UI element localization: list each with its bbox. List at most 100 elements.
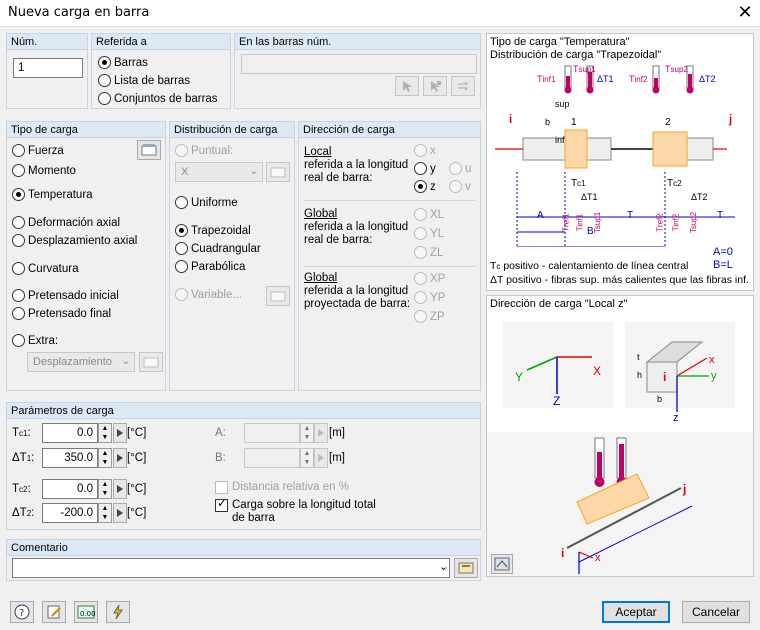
radio-circle[interactable] — [175, 224, 188, 237]
checkbox-box[interactable] — [215, 481, 228, 494]
radio-circle[interactable] — [414, 162, 427, 175]
radio-circle[interactable] — [414, 310, 427, 323]
radio-fuerza[interactable]: Fuerza — [12, 144, 64, 157]
radio-curvatura[interactable]: Curvatura — [12, 262, 79, 275]
radio-extra[interactable]: Extra: — [12, 334, 58, 347]
carga-total-checkbox[interactable]: Carga sobre la longitud total de barra — [215, 497, 385, 525]
dt2-input[interactable]: -200.0 — [42, 503, 98, 523]
radio-global-xp[interactable]: XP — [414, 272, 445, 285]
radio-circle[interactable] — [12, 188, 25, 201]
radio-lista-barras[interactable]: Lista de barras — [98, 74, 190, 87]
comentario-library-icon[interactable] — [454, 558, 478, 578]
radio-uniforme[interactable]: Uniforme — [175, 196, 238, 209]
radio-trapezoidal[interactable]: Trapezoidal — [175, 224, 251, 237]
tc2-spinner[interactable]: ▲ ▼ — [98, 479, 112, 499]
radio-circle[interactable] — [414, 291, 427, 304]
lightning-icon[interactable] — [106, 601, 130, 623]
radio-local-x[interactable]: x — [414, 144, 436, 157]
radio-circle[interactable] — [12, 334, 25, 347]
radio-local-u[interactable]: u — [449, 162, 471, 175]
radio-temperatura[interactable]: Temperatura — [12, 188, 93, 201]
barras-input[interactable] — [241, 54, 477, 74]
radio-pretensado-inicial[interactable]: Pretensado inicial — [12, 289, 119, 302]
radio-circle[interactable] — [175, 260, 188, 273]
close-button[interactable]: ✕ — [730, 0, 760, 26]
a-input[interactable] — [244, 423, 300, 443]
pick-bar-icon[interactable] — [395, 76, 419, 96]
radio-circle[interactable] — [12, 289, 25, 302]
a-spinner[interactable]: ▲ ▼ — [300, 423, 314, 443]
radio-circle[interactable] — [12, 216, 25, 229]
units-icon[interactable]: 0.00 — [74, 601, 98, 623]
dt1-spinner[interactable]: ▲ ▼ — [98, 448, 112, 468]
radio-parabolica[interactable]: Parabólica — [175, 260, 245, 273]
num-input[interactable]: 1 — [13, 58, 83, 78]
radio-conjuntos[interactable]: Conjuntos de barras — [98, 92, 218, 105]
radio-circle[interactable] — [12, 307, 25, 320]
radio-circle[interactable] — [414, 227, 427, 240]
dt1-arrow-icon[interactable] — [113, 448, 127, 468]
radio-circle[interactable] — [175, 196, 188, 209]
radio-pretensado-final[interactable]: Pretensado final — [12, 307, 111, 320]
puntual-select[interactable]: X ⌄ — [175, 162, 263, 182]
radio-circle[interactable] — [12, 164, 25, 177]
tc1-spinner[interactable]: ▲ ▼ — [98, 423, 112, 443]
radio-circle[interactable] — [98, 56, 111, 69]
tc1-input[interactable]: 0.0 — [42, 423, 98, 443]
radio-circle[interactable] — [449, 162, 462, 175]
b-input[interactable] — [244, 448, 300, 468]
tc1-arrow-icon[interactable] — [113, 423, 127, 443]
radio-circle[interactable] — [414, 144, 427, 157]
help-icon[interactable]: ? — [10, 601, 34, 623]
radio-barras[interactable]: Barras — [98, 56, 148, 69]
radio-puntual[interactable]: Puntual: — [175, 144, 233, 157]
radio-global-zl[interactable]: ZL — [414, 246, 443, 259]
dt2-spinner[interactable]: ▲ ▼ — [98, 503, 112, 523]
radio-circle[interactable] — [98, 92, 111, 105]
accept-button[interactable]: Aceptar — [602, 601, 670, 623]
radio-circle[interactable] — [175, 242, 188, 255]
tc2-arrow-icon[interactable] — [113, 479, 127, 499]
radio-global-yl[interactable]: YL — [414, 227, 444, 240]
radio-local-v[interactable]: v — [449, 180, 471, 193]
radio-cuadrangular[interactable]: Cuadrangular — [175, 242, 261, 255]
radio-momento[interactable]: Momento — [12, 164, 76, 177]
radio-circle[interactable] — [175, 288, 188, 301]
radio-global-yp[interactable]: YP — [414, 291, 445, 304]
radio-global-zp[interactable]: ZP — [414, 310, 445, 323]
puntual-edit-icon[interactable] — [266, 162, 290, 182]
radio-circle[interactable] — [414, 180, 427, 193]
a-arrow-icon[interactable] — [314, 423, 328, 443]
reverse-icon[interactable] — [451, 76, 475, 96]
b-spinner[interactable]: ▲ ▼ — [300, 448, 314, 468]
dt1-input[interactable]: 350.0 — [42, 448, 98, 468]
radio-variable[interactable]: Variable... — [175, 288, 242, 301]
dt2-arrow-icon[interactable] — [113, 503, 127, 523]
radio-deformacion-axial[interactable]: Deformación axial — [12, 216, 120, 229]
checkbox-box[interactable] — [215, 497, 228, 512]
b-arrow-icon[interactable] — [314, 448, 328, 468]
pick-multiple-icon[interactable] — [423, 76, 447, 96]
radio-desplazamiento-axial[interactable]: Desplazamiento axial — [12, 234, 137, 247]
cancel-button[interactable]: Cancelar — [682, 601, 750, 623]
distancia-relativa-checkbox[interactable]: Distancia relativa en % — [215, 481, 349, 494]
tc2-input[interactable]: 0.0 — [42, 479, 98, 499]
diagram-options-icon[interactable] — [491, 554, 513, 574]
tipo-edit-icon[interactable] — [137, 140, 161, 160]
radio-circle[interactable] — [414, 208, 427, 221]
radio-circle[interactable] — [449, 180, 462, 193]
radio-circle[interactable] — [175, 144, 188, 157]
extra-select[interactable]: Desplazamiento ⌄ — [27, 352, 135, 372]
radio-local-z[interactable]: z — [414, 180, 436, 193]
radio-circle[interactable] — [414, 246, 427, 259]
radio-global-xl[interactable]: XL — [414, 208, 444, 221]
radio-circle[interactable] — [12, 234, 25, 247]
radio-circle[interactable] — [414, 272, 427, 285]
variable-edit-icon[interactable] — [266, 286, 290, 306]
radio-circle[interactable] — [98, 74, 111, 87]
radio-circle[interactable] — [12, 262, 25, 275]
radio-circle[interactable] — [12, 144, 25, 157]
radio-local-y[interactable]: y — [414, 162, 436, 175]
comentario-input[interactable] — [12, 558, 450, 578]
edit-icon[interactable] — [42, 601, 66, 623]
